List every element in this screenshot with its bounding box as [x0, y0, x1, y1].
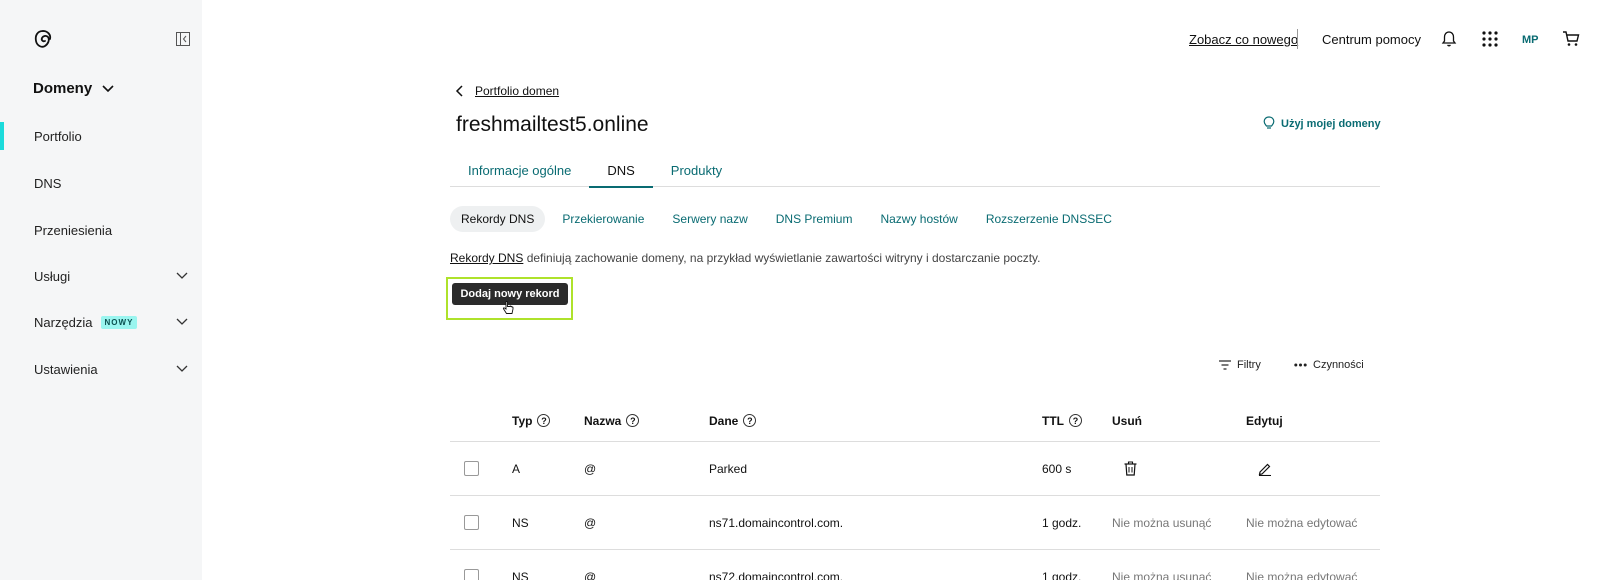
column-data-label: Dane — [709, 413, 739, 428]
cart-icon[interactable] — [1562, 30, 1580, 48]
bell-icon[interactable] — [1440, 30, 1458, 48]
sidebar-item-label: Przeniesienia — [34, 222, 113, 238]
tab-products[interactable]: Produkty — [653, 153, 740, 187]
sidebar-item-portfolio[interactable]: Portfolio — [0, 122, 202, 150]
cannot-delete-text: Nie można usunąć — [1112, 569, 1212, 580]
hand-cursor-icon — [502, 301, 514, 314]
tab-dns[interactable]: DNS — [589, 153, 654, 188]
table-row: NS @ ns71.domaincontrol.com. 1 godz. Nie… — [450, 496, 1380, 550]
record-name: @ — [584, 515, 597, 530]
column-ttl: TTL ? — [1042, 400, 1082, 441]
use-my-domain-link[interactable]: Użyj mojej domeny — [1263, 116, 1381, 131]
column-type-label: Typ — [512, 413, 533, 428]
row-checkbox[interactable] — [464, 569, 479, 580]
portfolio-back-link[interactable]: Portfolio domen — [475, 84, 559, 98]
collapse-sidebar-icon[interactable] — [176, 32, 190, 46]
subtab-premium-dns[interactable]: DNS Premium — [765, 206, 864, 232]
subtab-forwarding[interactable]: Przekierowanie — [551, 206, 655, 232]
record-name: @ — [584, 461, 597, 476]
row-checkbox[interactable] — [464, 515, 479, 530]
record-data: Parked — [709, 461, 748, 476]
sidebar-item-dns[interactable]: DNS — [0, 169, 202, 197]
table-row: NS @ ns72.domaincontrol.com. 1 godz. Nie… — [450, 550, 1380, 580]
cannot-delete-text: Nie można usunąć — [1112, 515, 1212, 530]
record-data: ns72.domaincontrol.com. — [709, 569, 844, 580]
dns-description-text: definiują zachowanie domeny, na przykład… — [523, 251, 1041, 265]
chevron-down-icon — [176, 365, 188, 372]
column-type: Typ ? — [512, 400, 551, 441]
column-edit-label: Edytuj — [1246, 413, 1283, 428]
filter-icon — [1219, 360, 1231, 370]
sidebar-item-label: Ustawienia — [34, 361, 98, 377]
chevron-down-icon — [176, 318, 188, 325]
chevron-down-icon — [176, 272, 188, 279]
subtab-dns-records[interactable]: Rekordy DNS — [450, 206, 546, 232]
subtab-nameservers[interactable]: Serwery nazw — [661, 206, 758, 232]
sidebar-item-settings[interactable]: Ustawienia — [0, 355, 202, 383]
row-checkbox[interactable] — [464, 461, 479, 476]
actions-button[interactable]: Czynności — [1294, 359, 1364, 371]
sidebar-item-label: Usługi — [34, 268, 71, 284]
record-type: NS — [512, 569, 529, 580]
trash-icon[interactable] — [1124, 461, 1137, 476]
sidebar: Domeny Portfolio DNS Przeniesienia Usług… — [0, 0, 202, 580]
godaddy-logo-icon[interactable] — [33, 29, 53, 49]
sidebar-item-label: Narzędzia — [34, 314, 93, 330]
dns-description: Rekordy DNS definiują zachowanie domeny,… — [450, 251, 1040, 265]
sidebar-item-label: DNS — [34, 175, 62, 191]
lightbulb-icon — [1263, 116, 1275, 129]
help-icon[interactable]: ? — [743, 414, 757, 427]
apps-grid-icon[interactable] — [1481, 30, 1499, 48]
use-my-domain-label: Użyj mojej domeny — [1281, 117, 1381, 130]
record-data: ns71.domaincontrol.com. — [709, 515, 844, 530]
breadcrumb: Portfolio domen — [455, 84, 559, 98]
filters-label: Filtry — [1237, 359, 1261, 371]
column-name-label: Nazwa — [584, 413, 622, 428]
subtab-dnssec[interactable]: Rozszerzenie DNSSEC — [975, 206, 1123, 232]
dns-subtabs: Rekordy DNS Przekierowanie Serwery nazw … — [450, 206, 1123, 232]
cannot-edit-text: Nie można edytować — [1246, 569, 1358, 580]
help-icon[interactable]: ? — [537, 414, 551, 427]
header-divider — [1297, 29, 1298, 49]
record-type: NS — [512, 515, 529, 530]
chevron-left-icon[interactable] — [455, 85, 463, 97]
domain-tabs: Informacje ogólne DNS Produkty — [450, 153, 1380, 188]
new-badge: NOWY — [100, 315, 138, 329]
record-name: @ — [584, 569, 597, 580]
column-delete: Usuń — [1112, 400, 1142, 441]
dns-records-help-link[interactable]: Rekordy DNS — [450, 251, 523, 265]
sidebar-item-label: Portfolio — [34, 128, 82, 144]
page-title: freshmailtest5.online — [456, 113, 649, 136]
record-type: A — [512, 461, 521, 476]
cannot-edit-text: Nie można edytować — [1246, 515, 1358, 530]
sidebar-item-tools[interactable]: Narzędzia NOWY — [0, 308, 202, 336]
column-delete-label: Usuń — [1112, 413, 1142, 428]
sidebar-item-transfers[interactable]: Przeniesienia — [0, 216, 202, 244]
column-data: Dane ? — [709, 400, 757, 441]
filters-button[interactable]: Filtry — [1219, 359, 1261, 371]
record-ttl: 600 s — [1042, 461, 1072, 476]
table-row: A @ Parked 600 s — [450, 442, 1380, 496]
sidebar-item-services[interactable]: Usługi — [0, 262, 202, 290]
actions-label: Czynności — [1313, 359, 1364, 371]
chevron-down-icon — [102, 84, 114, 92]
record-ttl: 1 godz. — [1042, 569, 1082, 580]
whats-new-link[interactable]: Zobacz co nowego — [1189, 32, 1298, 47]
column-ttl-label: TTL — [1042, 413, 1064, 428]
more-dots-icon — [1294, 363, 1307, 367]
record-ttl: 1 godz. — [1042, 515, 1082, 530]
table-header-row: Typ ? Nazwa ? Dane ? TTL ? Usuń Edytuj — [450, 400, 1380, 442]
help-icon[interactable]: ? — [1069, 414, 1082, 427]
column-edit: Edytuj — [1246, 400, 1283, 441]
sidebar-title[interactable]: Domeny — [33, 80, 114, 97]
help-center-link[interactable]: Centrum pomocy — [1322, 32, 1421, 47]
sidebar-title-label: Domeny — [33, 80, 93, 97]
tab-general-info[interactable]: Informacje ogólne — [450, 153, 589, 187]
column-name: Nazwa ? — [584, 400, 640, 441]
help-icon[interactable]: ? — [626, 414, 640, 427]
user-avatar[interactable]: MP — [1522, 34, 1539, 46]
pencil-edit-icon[interactable] — [1258, 462, 1272, 476]
dns-records-table: Typ ? Nazwa ? Dane ? TTL ? Usuń Edytuj A… — [450, 400, 1380, 580]
subtab-hostnames[interactable]: Nazwy hostów — [869, 206, 968, 232]
